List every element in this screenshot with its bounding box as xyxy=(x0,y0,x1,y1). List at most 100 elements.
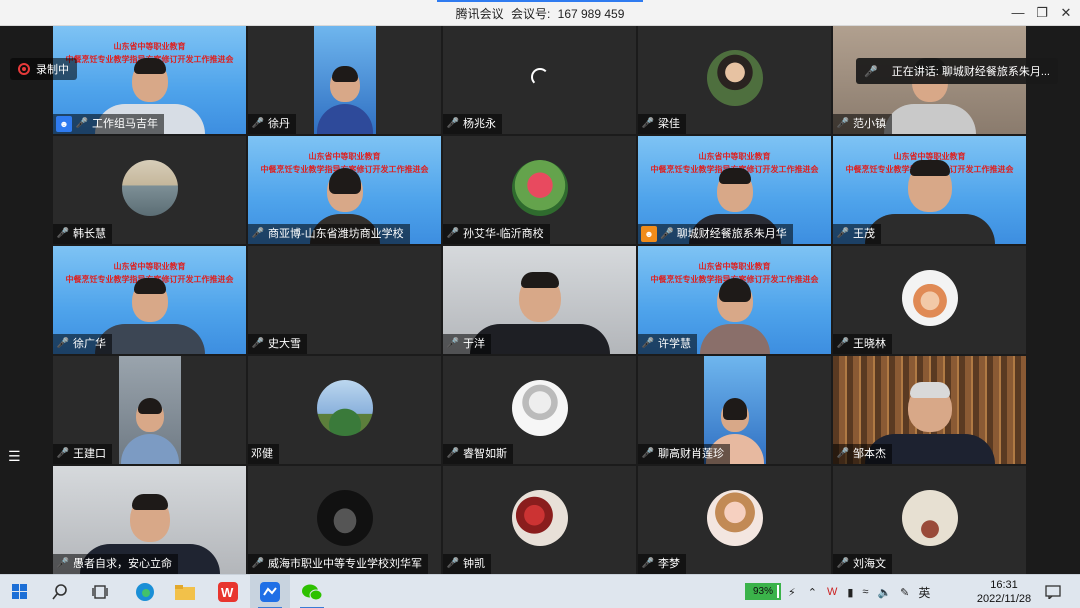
participant-tile[interactable]: 🎤 徐丹 xyxy=(248,26,441,134)
mic-muted-icon: 🎤 xyxy=(641,118,655,129)
participant-namebar: ☻ 🎤 聊城财经餐旅系朱月华 xyxy=(638,224,793,244)
participant-tile[interactable]: 山东省中等职业教育中餐烹饪专业教学指导方案修订开发工作推进会 🎤徐广华 xyxy=(53,246,246,354)
mic-muted-icon: 🎤 xyxy=(836,228,850,239)
start-button[interactable] xyxy=(0,575,40,608)
minimize-button[interactable]: — xyxy=(1006,3,1030,23)
participant-namebar: 邓健 xyxy=(248,444,279,464)
meeting-id: 167 989 459 xyxy=(557,7,625,21)
participant-tile[interactable]: 🎤 杨兆永 xyxy=(443,26,636,134)
participant-tile[interactable]: 🎤 钟凯 xyxy=(443,466,636,574)
mic-muted-icon: 🎤 xyxy=(251,118,265,129)
speaking-indicator: 🎤 正在讲话: 聊城财经餐旅系朱月... xyxy=(856,58,1058,84)
participant-namebar: 🎤 商亚博-山东省潍坊商业学校 xyxy=(248,224,410,244)
notification-button[interactable] xyxy=(1038,575,1068,608)
speaker-icon[interactable]: 🔈 xyxy=(877,586,891,599)
recording-indicator[interactable]: 录制中 xyxy=(10,58,77,80)
participant-tile[interactable]: 🎤 睿智如斯 xyxy=(443,356,636,464)
restore-button[interactable]: ❐ xyxy=(1030,3,1054,23)
title-bar: 腾讯会议 会议号: 167 989 459 — ❐ ✕ xyxy=(0,0,1080,26)
host-icon: ☻ xyxy=(56,116,72,132)
participant-name: 邓健 xyxy=(251,448,273,460)
mic-muted-icon: 🎤 xyxy=(836,558,850,569)
participant-tile[interactable]: 邓健 xyxy=(248,356,441,464)
participant-tile[interactable]: 🎤 梁佳 xyxy=(638,26,831,134)
participant-tile[interactable]: 山东省中等职业教育中餐烹饪专业教学指导方案修订开发工作推进会 🎤许学慧 xyxy=(638,246,831,354)
close-button[interactable]: ✕ xyxy=(1054,3,1078,23)
search-button[interactable] xyxy=(40,575,80,608)
folder-icon xyxy=(175,585,195,600)
participant-tile[interactable]: 🎤 刘海文 xyxy=(833,466,1026,574)
mic-icon: 🎤 xyxy=(56,338,70,349)
participant-namebar: 🎤 威海市职业中等专业学校刘华军 xyxy=(248,554,428,574)
plug-icon[interactable]: ⚡ xyxy=(788,586,796,599)
participant-namebar: 🎤 钟凯 xyxy=(443,554,491,574)
wifi-icon[interactable]: ≈ xyxy=(862,586,868,598)
video-person xyxy=(699,278,770,354)
participant-namebar: 🎤 刘海文 xyxy=(833,554,892,574)
participant-name: 刘海文 xyxy=(853,558,886,570)
svg-text:W: W xyxy=(221,585,234,600)
avatar xyxy=(316,380,373,436)
participant-namebar: 🎤 杨兆永 xyxy=(443,114,502,134)
participant-tile[interactable]: 🎤 史大雪 xyxy=(248,246,441,354)
participant-tile[interactable]: 山东省中等职业教育中餐烹饪专业教学指导方案修订开发工作推进会 🎤王茂 xyxy=(833,136,1026,244)
pen-icon[interactable]: ✎ xyxy=(900,586,909,599)
mic-muted-icon: 🎤 xyxy=(56,228,70,239)
mic-speaking-icon: 🎤 xyxy=(660,228,674,240)
participant-name: 徐丹 xyxy=(268,118,290,130)
windows-icon xyxy=(12,584,27,599)
participant-name: 邹本杰 xyxy=(853,448,886,460)
participant-tile[interactable]: 🎤 王建口 xyxy=(53,356,246,464)
participant-tile[interactable]: 🎤 孙艾华-临沂商校 xyxy=(443,136,636,244)
participant-tile[interactable]: 🎤 李梦 xyxy=(638,466,831,574)
taskbar-wps[interactable]: W xyxy=(208,575,248,608)
taskbar-edge[interactable] xyxy=(125,575,165,608)
mic-muted-icon: 🎤 xyxy=(446,448,460,459)
clock[interactable]: 16:31 2022/11/28 xyxy=(975,578,1033,606)
participant-tile[interactable]: 🎤 邹本杰 xyxy=(833,356,1026,464)
participant-tile[interactable]: 🎤 聊高财肖莲珍 xyxy=(638,356,831,464)
participant-tile[interactable]: 🎤 于洋 xyxy=(443,246,636,354)
participant-tile[interactable]: 山东省中等职业教育中餐烹饪专业教学指导方案修订开发工作推进会 🎤商亚博-山东省潍… xyxy=(248,136,441,244)
taskbar-wechat[interactable] xyxy=(292,575,332,608)
battery-indicator[interactable]: 93% xyxy=(745,583,781,600)
participant-tile[interactable]: 山东省中等职业教育中餐烹饪专业教学指导方案修订开发工作推进会 ☻🎤工作组马吉年 xyxy=(53,26,246,134)
participant-namebar: 🎤 徐丹 xyxy=(248,114,296,134)
participant-namebar: 🎤 睿智如斯 xyxy=(443,444,513,464)
ime-indicator[interactable]: 英 xyxy=(918,584,930,601)
task-view-button[interactable] xyxy=(80,575,120,608)
avatar xyxy=(316,490,373,546)
participant-tile[interactable]: 🎤 王晓林 xyxy=(833,246,1026,354)
participant-tile[interactable]: 山东省中等职业教育中餐烹饪专业教学指导方案修订开发工作推进会 ☻🎤聊城财经餐旅系… xyxy=(638,136,831,244)
participant-namebar: 🎤 聊高财肖莲珍 xyxy=(638,444,730,464)
avatar xyxy=(706,490,763,546)
participant-namebar: 🎤 韩长慧 xyxy=(53,224,112,244)
taskbar-tencent-meeting[interactable] xyxy=(250,575,290,608)
speaking-label: 正在讲话: 聊城财经餐旅系朱月... xyxy=(891,66,1050,78)
meeting-window: 腾讯会议 会议号: 167 989 459 — ❐ ✕ 山东省中等职业教育中餐烹… xyxy=(0,0,1080,608)
battery-tray-icon[interactable]: ▮ xyxy=(847,586,853,599)
participant-tile[interactable]: 🎤 威海市职业中等专业学校刘华军 xyxy=(248,466,441,574)
mic-muted-icon: 🎤 xyxy=(641,448,655,459)
member-list-icon[interactable]: ☰ xyxy=(8,448,24,464)
mic-muted-icon: 🎤 xyxy=(56,448,70,459)
chevron-up-icon[interactable]: ⌃ xyxy=(808,586,817,599)
participant-name: 孙艾华-临沂商校 xyxy=(463,228,544,240)
participant-name: 杨兆永 xyxy=(463,118,496,130)
mic-muted-icon: 🎤 xyxy=(641,558,655,569)
participant-namebar: 🎤 梁佳 xyxy=(638,114,686,134)
video-person xyxy=(864,160,995,244)
host-icon: ☻ xyxy=(641,226,657,242)
loading-spinner-icon xyxy=(530,68,549,86)
wps-tray-icon[interactable]: W xyxy=(827,586,837,598)
participant-tile[interactable]: 🎤 愚者自求，安心立命 xyxy=(53,466,246,574)
taskbar-explorer[interactable] xyxy=(165,575,205,608)
mic-muted-icon: 🎤 xyxy=(446,118,460,129)
search-icon xyxy=(52,584,67,600)
participant-name: 聊城财经餐旅系朱月华 xyxy=(676,228,787,240)
battery-percent: 93% xyxy=(752,586,773,597)
mic-muted-icon: 🎤 xyxy=(251,338,265,349)
participant-tile[interactable]: 🎤 韩长慧 xyxy=(53,136,246,244)
taskbar: W 93% ⚡ ⌃ W ▮ ≈ 🔈 ✎ 英 16:31 2022/11/28 xyxy=(0,574,1080,608)
mic-muted-icon: 🎤 xyxy=(641,338,655,349)
